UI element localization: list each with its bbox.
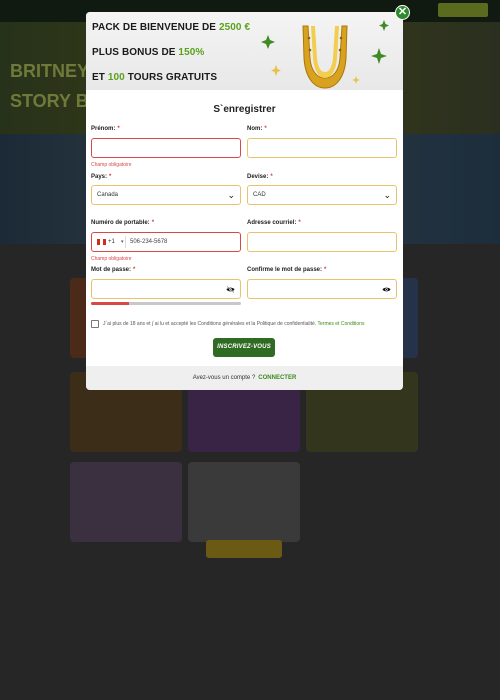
game-tile[interactable]	[188, 462, 300, 542]
email-field[interactable]	[247, 232, 397, 252]
last-name-field[interactable]	[247, 138, 397, 158]
canada-flag-icon[interactable]	[97, 239, 106, 245]
email-label: Adresse courriel: *	[247, 220, 301, 226]
welcome-offer-header: PACK DE BIENVENUE DE 2500 € PLUS BONUS D…	[86, 12, 403, 90]
phone-country-code[interactable]: +1	[108, 233, 115, 251]
password-strength-bar	[91, 302, 241, 305]
phone-label: Numéro de portable: *	[91, 220, 155, 226]
first-name-error: Champ obligatoire	[91, 162, 132, 168]
country-select[interactable]: Canada ⌄	[91, 185, 241, 205]
first-name-label: Prénom: *	[91, 126, 120, 132]
divider	[125, 236, 126, 248]
register-button[interactable]: INSCRIVEZ-VOUS	[213, 338, 275, 357]
terms-text: J`ai plus de 18 ans et j`ai lu et accept…	[103, 321, 365, 327]
registration-modal: PACK DE BIENVENUE DE 2500 € PLUS BONUS D…	[86, 12, 403, 390]
promo-line-welcome-pack: PACK DE BIENVENUE DE 2500 €	[92, 22, 251, 33]
golden-horseshoe-icon	[261, 20, 389, 89]
last-name-label: Nom: *	[247, 126, 267, 132]
chevron-down-icon: ⌄	[227, 190, 235, 200]
game-tile[interactable]	[70, 462, 182, 542]
chevron-down-icon: ⌄	[383, 190, 391, 200]
promo-line-free-spins: ET 100 TOURS GRATUITS	[92, 72, 218, 83]
password-field[interactable]	[91, 279, 241, 299]
login-link[interactable]: CONNECTER	[258, 375, 296, 381]
show-more-button[interactable]	[206, 540, 282, 558]
phone-error: Champ obligatoire	[91, 256, 132, 262]
currency-select[interactable]: CAD ⌄	[247, 185, 397, 205]
login-prompt: Avez-vous un compte ? CONNECTER	[86, 366, 403, 390]
terms-checkbox[interactable]	[91, 320, 99, 328]
eye-slash-icon[interactable]	[226, 286, 235, 293]
password-label: Mot de passe: *	[91, 267, 136, 273]
first-name-field[interactable]	[91, 138, 241, 158]
form-title: S`enregistrer	[213, 104, 276, 115]
eye-icon[interactable]	[382, 286, 391, 293]
promo-line-bonus: PLUS BONUS DE 150%	[92, 47, 205, 58]
confirm-password-field[interactable]	[247, 279, 397, 299]
terms-link[interactable]: Termes et Conditions	[318, 321, 365, 327]
currency-label: Devise: *	[247, 174, 273, 180]
caret-down-icon[interactable]: ▾	[121, 233, 124, 251]
country-label: Pays: *	[91, 174, 112, 180]
password-strength-fill	[91, 302, 129, 305]
phone-input-placeholder: 506-234-5678	[130, 239, 168, 245]
confirm-password-label: Confirme le mot de passe: *	[247, 267, 327, 273]
close-icon[interactable]: ✕	[395, 5, 410, 20]
top-login-button[interactable]	[438, 3, 488, 17]
phone-field[interactable]: +1 ▾ 506-234-5678	[91, 232, 241, 252]
